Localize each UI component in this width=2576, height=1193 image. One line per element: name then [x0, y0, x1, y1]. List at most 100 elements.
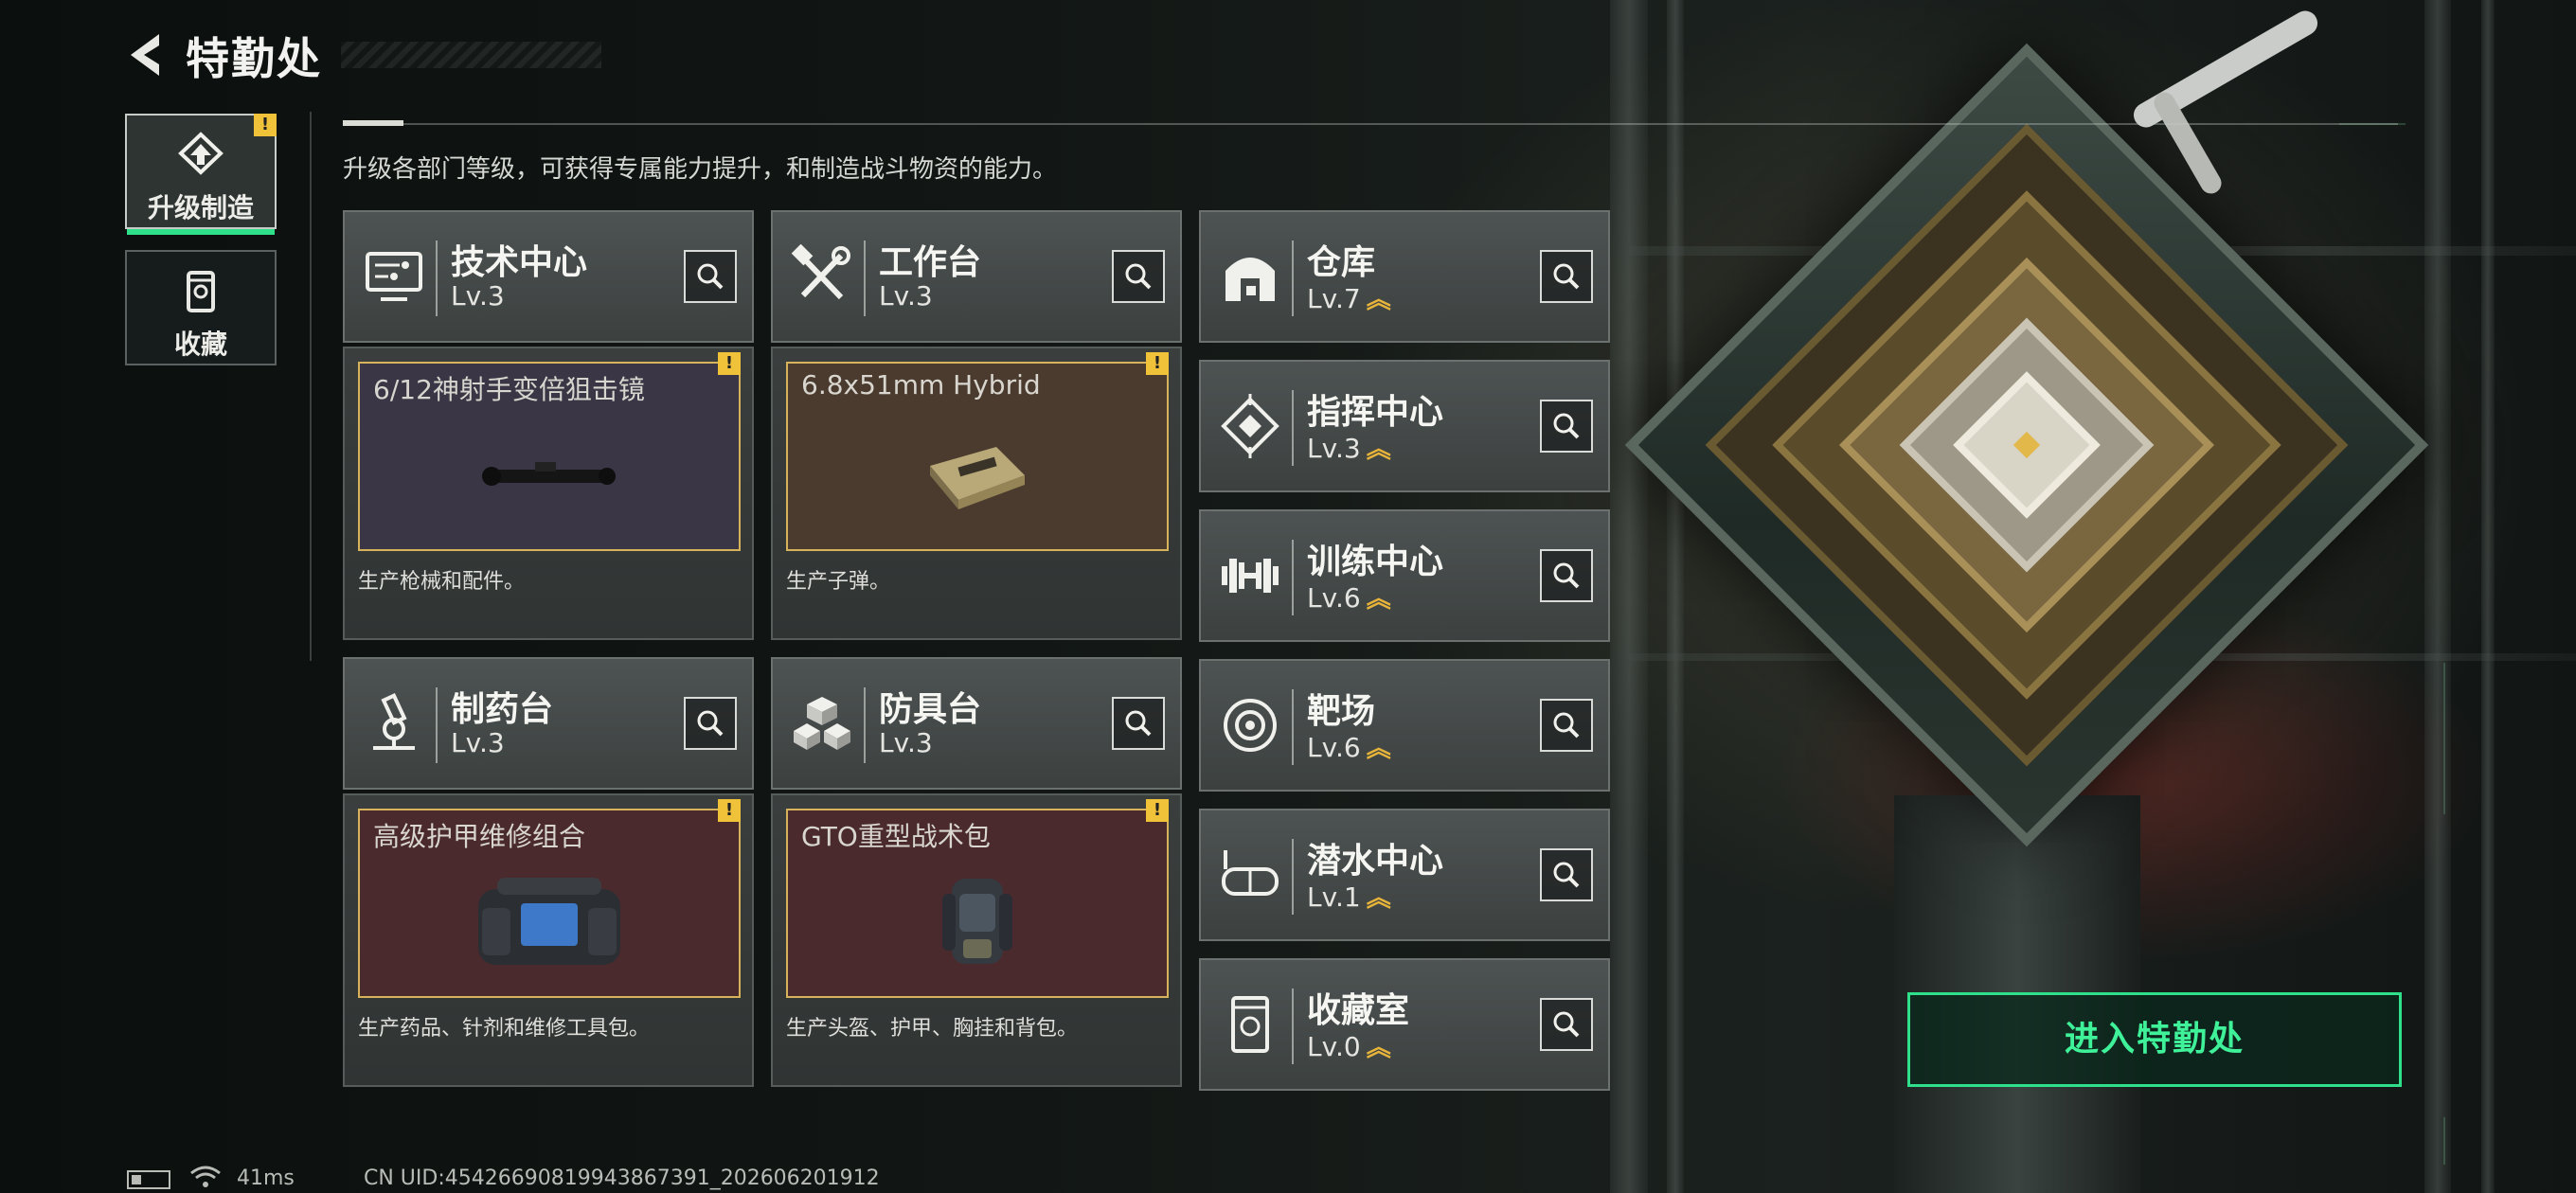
product-description: 生产药品、针剂和维修工具包。 [358, 1017, 651, 1041]
dept-name: 靶场 [1307, 692, 1376, 731]
alert-badge: ! [718, 352, 741, 375]
dept-training-center[interactable]: 训练中心 Lv.6 ︽ [1199, 509, 1610, 642]
dept-level: Lv.3 [879, 727, 933, 758]
dept-armor-bench[interactable]: 防具台 Lv.3 [771, 657, 1182, 790]
divider [343, 123, 2398, 125]
tools-icon [791, 244, 850, 300]
search-button[interactable] [1540, 549, 1593, 602]
search-icon [697, 710, 724, 737]
upgradable-chevron-icon: ︽ [1366, 585, 1391, 614]
search-button[interactable] [1112, 697, 1165, 750]
product-image-box: 6.8x51mm Hybrid [786, 362, 1169, 551]
dept-name: 防具台 [879, 690, 982, 729]
back-arrow-icon [131, 34, 159, 76]
collection-icon [1231, 996, 1269, 1053]
dept-shooting-range[interactable]: 靶场 Lv.6 ︽ [1199, 659, 1610, 792]
page-title: 特勤处 [186, 33, 322, 84]
sniper-scope-icon [482, 461, 616, 486]
dept-diving-center[interactable]: 潜水中心 Lv.1 ︽ [1199, 809, 1610, 941]
upgradable-chevron-icon: ︽ [1366, 1034, 1391, 1062]
divider-mark [343, 120, 403, 126]
dept-name: 潜水中心 [1307, 842, 1444, 881]
command-icon [1221, 394, 1279, 458]
dept-level: Lv.3 [451, 727, 505, 758]
search-icon [1553, 1011, 1580, 1038]
search-icon [1553, 862, 1580, 888]
search-icon [1553, 562, 1580, 589]
search-button[interactable] [1540, 848, 1593, 901]
dept-name: 收藏室 [1307, 991, 1410, 1030]
product-name: 6.8x51mm Hybrid [801, 369, 1041, 401]
warehouse-icon [1225, 258, 1275, 301]
dept-workbench[interactable]: 工作台 Lv.3 [771, 210, 1182, 343]
user-uid: CN UID:4542669081994386739​1_20260620191… [364, 1166, 880, 1190]
tab-upgrade-craft-label: 升级制造 [147, 192, 254, 223]
dept-tech-center[interactable]: 技术中心 Lv.3 [343, 210, 754, 343]
search-icon [1553, 263, 1580, 290]
enter-special-ops-button[interactable]: 进入特勤处 [1907, 992, 2402, 1087]
upgrade-icon [178, 132, 224, 175]
active-tab-indicator [127, 229, 275, 235]
alert-badge: ! [254, 114, 277, 136]
product-description: 生产子弹。 [786, 570, 891, 594]
dept-name: 仓库 [1307, 243, 1376, 282]
upgradable-chevron-icon: ︽ [1366, 286, 1391, 314]
target-icon [1224, 699, 1277, 752]
dept-name: 制药台 [451, 690, 554, 729]
search-button[interactable] [684, 697, 737, 750]
ammo-box-icon [930, 446, 1025, 509]
dept-pharmacy[interactable]: 制药台 Lv.3 [343, 657, 754, 790]
tab-upgrade-craft[interactable]: 升级制造 ! [125, 114, 277, 235]
dept-name: 技术中心 [451, 243, 588, 282]
microscope-icon [373, 693, 415, 750]
product-card-pharmacy[interactable]: 高级护甲维修组合 ! 生产药品、针剂和维修工具包。 [343, 793, 754, 1087]
page-description: 升级各部门等级，可获得专属能力提升，和制造战斗物资的能力。 [343, 155, 1058, 184]
dept-name: 指挥中心 [1307, 393, 1444, 432]
dept-command-center[interactable]: 指挥中心 Lv.3 ︽ [1199, 360, 1610, 492]
dept-level: Lv.7 ︽ [1307, 283, 1391, 314]
search-button[interactable] [1540, 250, 1593, 303]
product-card-armor[interactable]: GTO重型战术包 ! 生产头盔、护甲、胸挂和背包。 [771, 793, 1182, 1087]
search-button[interactable] [1540, 400, 1593, 453]
dept-level: Lv.1 ︽ [1307, 881, 1391, 913]
product-name: 高级护甲维修组合 [373, 821, 586, 852]
alert-badge: ! [1146, 352, 1169, 375]
product-description: 生产枪械和配件。 [358, 570, 526, 594]
tab-collection-label: 收藏 [173, 329, 227, 360]
search-button[interactable] [684, 250, 737, 303]
diving-mask-icon [1222, 850, 1279, 896]
back-button[interactable] [123, 30, 172, 80]
product-description: 生产头盔、护甲、胸挂和背包。 [786, 1017, 1079, 1041]
divider [310, 112, 312, 661]
upgradable-chevron-icon: ︽ [1366, 735, 1391, 763]
alert-badge: ! [718, 799, 741, 822]
search-button[interactable] [1540, 699, 1593, 752]
product-image-box: 高级护甲维修组合 [358, 809, 741, 998]
ping-readout: 41ms [237, 1166, 295, 1190]
dept-level: Lv.3 [879, 280, 933, 312]
special-ops-cube-art [1624, 43, 2429, 847]
search-button[interactable] [1540, 998, 1593, 1051]
dept-name: 工作台 [879, 243, 982, 282]
product-image-box: GTO重型战术包 [786, 809, 1169, 998]
search-icon [1553, 712, 1580, 739]
wifi-icon [189, 1165, 222, 1193]
product-card-tech[interactable]: 6/12神射手变倍狙击镜 ! 生产枪械和配件。 [343, 347, 754, 640]
search-icon [1553, 413, 1580, 439]
upgradable-chevron-icon: ︽ [1366, 436, 1391, 464]
product-name: GTO重型战术包 [801, 821, 991, 852]
dept-warehouse[interactable]: 仓库 Lv.7 ︽ [1199, 210, 1610, 343]
dept-collection-room[interactable]: 收藏室 Lv.0 ︽ [1199, 958, 1610, 1091]
product-card-workbench[interactable]: 6.8x51mm Hybrid ! 生产子弹。 [771, 347, 1182, 640]
tab-collection[interactable]: 收藏 [125, 250, 277, 365]
tactical-backpack-icon [942, 878, 1012, 964]
search-button[interactable] [1112, 250, 1165, 303]
monitor-icon [366, 252, 422, 301]
upgradable-chevron-icon: ︽ [1366, 884, 1391, 913]
dept-level: Lv.3 [451, 280, 505, 312]
dept-name: 训练中心 [1307, 543, 1444, 581]
search-icon [697, 263, 724, 290]
dept-level: Lv.6 ︽ [1307, 732, 1391, 763]
alert-badge: ! [1146, 799, 1169, 822]
product-image-box: 6/12神射手变倍狙击镜 [358, 362, 741, 551]
